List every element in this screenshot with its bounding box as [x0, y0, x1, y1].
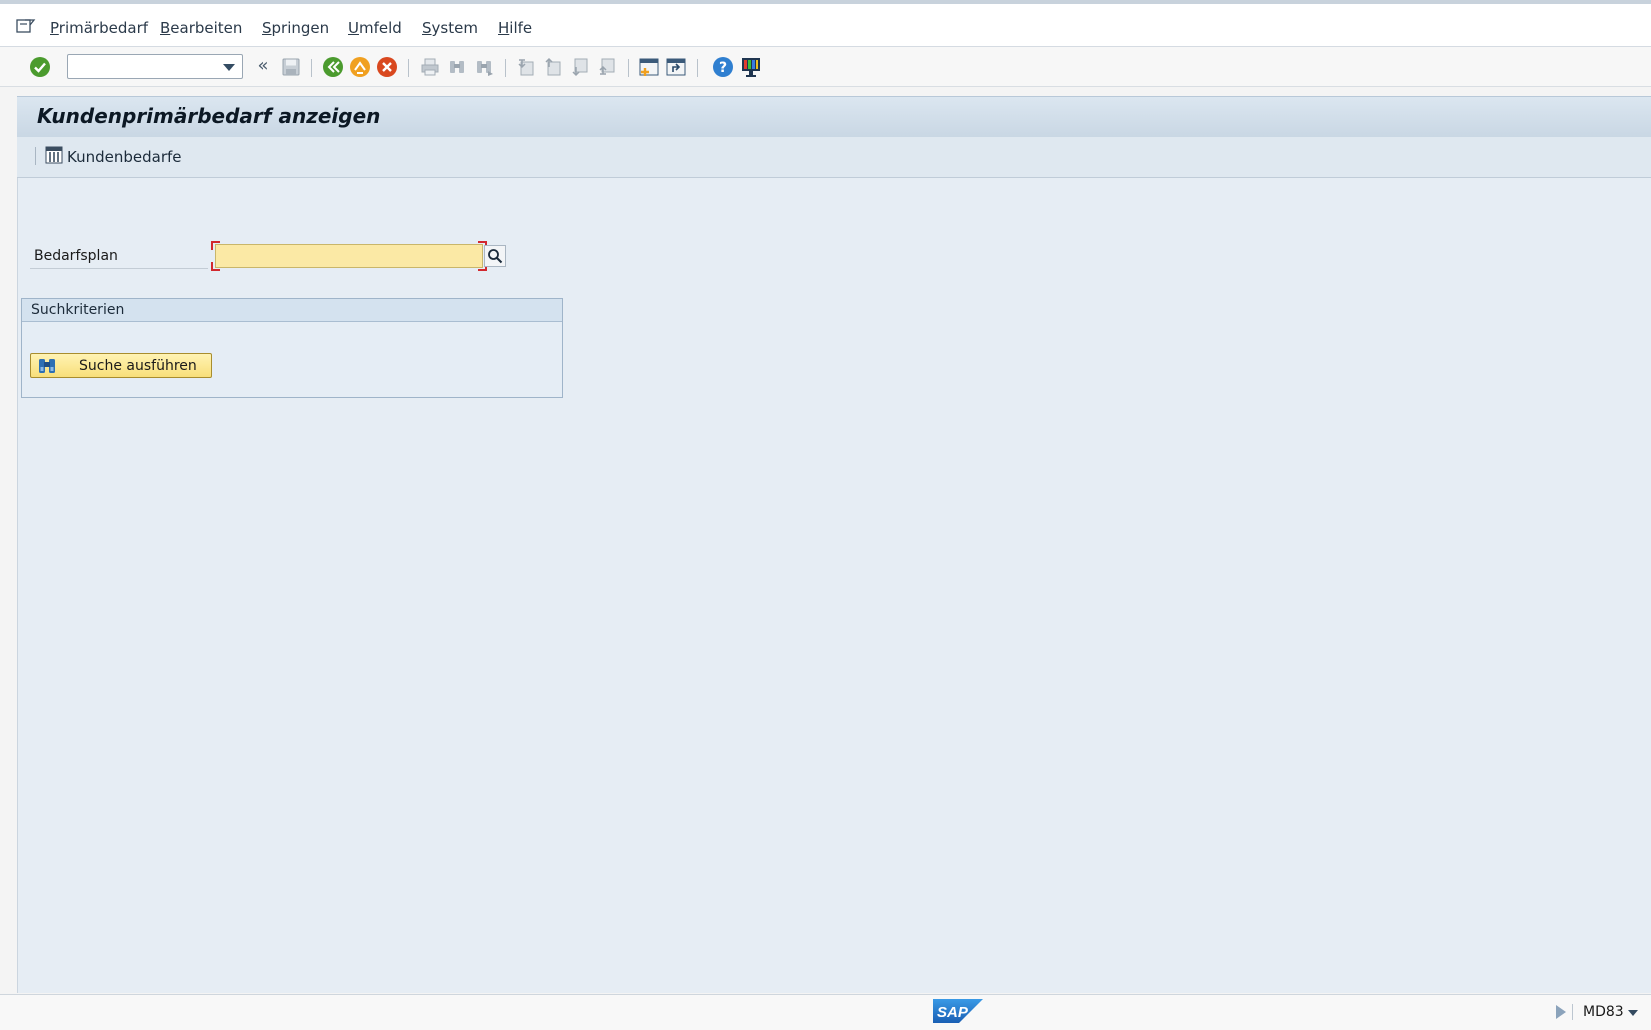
create-session-icon[interactable] [638, 56, 660, 78]
kundenbedarfe-button[interactable]: Kundenbedarfe [45, 145, 182, 169]
menu-item-hilfe[interactable]: Hilfe [498, 19, 532, 37]
value-help-search-icon[interactable] [484, 245, 506, 267]
bedarfsplan-field-wrapper [211, 241, 487, 271]
group-title-bar: Suchkriterien [22, 299, 562, 322]
label-underline [30, 268, 208, 269]
chevron-down-icon[interactable] [1628, 1010, 1638, 1016]
menu-item-bearbeiten[interactable]: Bearbeiten [160, 19, 242, 37]
sap-logo: SAP [933, 999, 983, 1023]
group-title: Suchkriterien [31, 302, 125, 318]
menu-item-springen[interactable]: Springen [262, 19, 329, 37]
exit-icon[interactable] [349, 56, 371, 78]
enter-icon[interactable] [29, 56, 51, 78]
standard-toolbar: « ? [0, 47, 1651, 87]
suchkriterien-group: Suchkriterien Suche ausführen [21, 298, 563, 398]
menu-item-primaerbedarf[interactable]: Primärbedarf [50, 19, 148, 37]
toolbar-separator [35, 147, 36, 165]
toolbar-separator [628, 59, 629, 77]
kundenbedarfe-label: Kundenbedarfe [67, 148, 182, 166]
print-icon[interactable] [419, 56, 441, 78]
find-next-icon[interactable] [473, 56, 495, 78]
menu-item-system[interactable]: System [422, 19, 478, 37]
save-icon[interactable] [280, 56, 302, 78]
cancel-icon[interactable] [376, 56, 398, 78]
expand-status-icon[interactable] [1556, 1005, 1566, 1019]
page-title: Kundenprimärbedarf anzeigen [37, 104, 381, 128]
toolbar-separator [311, 59, 312, 77]
bedarfsplan-label: Bedarfsplan [34, 248, 118, 264]
back-icon[interactable] [322, 56, 344, 78]
svg-text:SAP: SAP [937, 1004, 969, 1021]
menu-bar: Primärbedarf Bearbeiten Springen Umfeld … [0, 4, 1651, 47]
toolbar-separator [697, 59, 698, 77]
help-icon[interactable]: ? [712, 56, 734, 78]
last-page-icon[interactable] [596, 56, 618, 78]
status-separator [1572, 1004, 1573, 1020]
status-bar: SAP MD83 [0, 994, 1651, 1030]
execute-search-label: Suche ausführen [79, 358, 197, 374]
svg-text:?: ? [719, 60, 727, 76]
chevron-down-icon[interactable] [223, 64, 235, 71]
next-page-icon[interactable] [569, 56, 591, 78]
command-field[interactable] [67, 54, 243, 79]
customize-layout-icon[interactable] [740, 56, 762, 78]
binoculars-icon [37, 357, 57, 379]
transaction-code: MD83 [1583, 1004, 1624, 1020]
menu-icon[interactable] [16, 17, 36, 35]
menu-item-umfeld[interactable]: Umfeld [348, 19, 402, 37]
execute-search-button[interactable]: Suche ausführen [30, 353, 212, 378]
shortcut-icon[interactable] [665, 56, 687, 78]
application-toolbar: Kundenbedarfe [17, 137, 1651, 178]
table-columns-icon [45, 146, 63, 168]
find-icon[interactable] [446, 56, 468, 78]
toolbar-separator [505, 59, 506, 77]
collapse-chevron-icon[interactable]: « [252, 54, 274, 76]
title-bar: Kundenprimärbedarf anzeigen [17, 96, 1651, 138]
first-page-icon[interactable] [515, 56, 537, 78]
toolbar-separator [408, 59, 409, 77]
previous-page-icon[interactable] [542, 56, 564, 78]
bedarfsplan-input[interactable] [215, 244, 483, 268]
